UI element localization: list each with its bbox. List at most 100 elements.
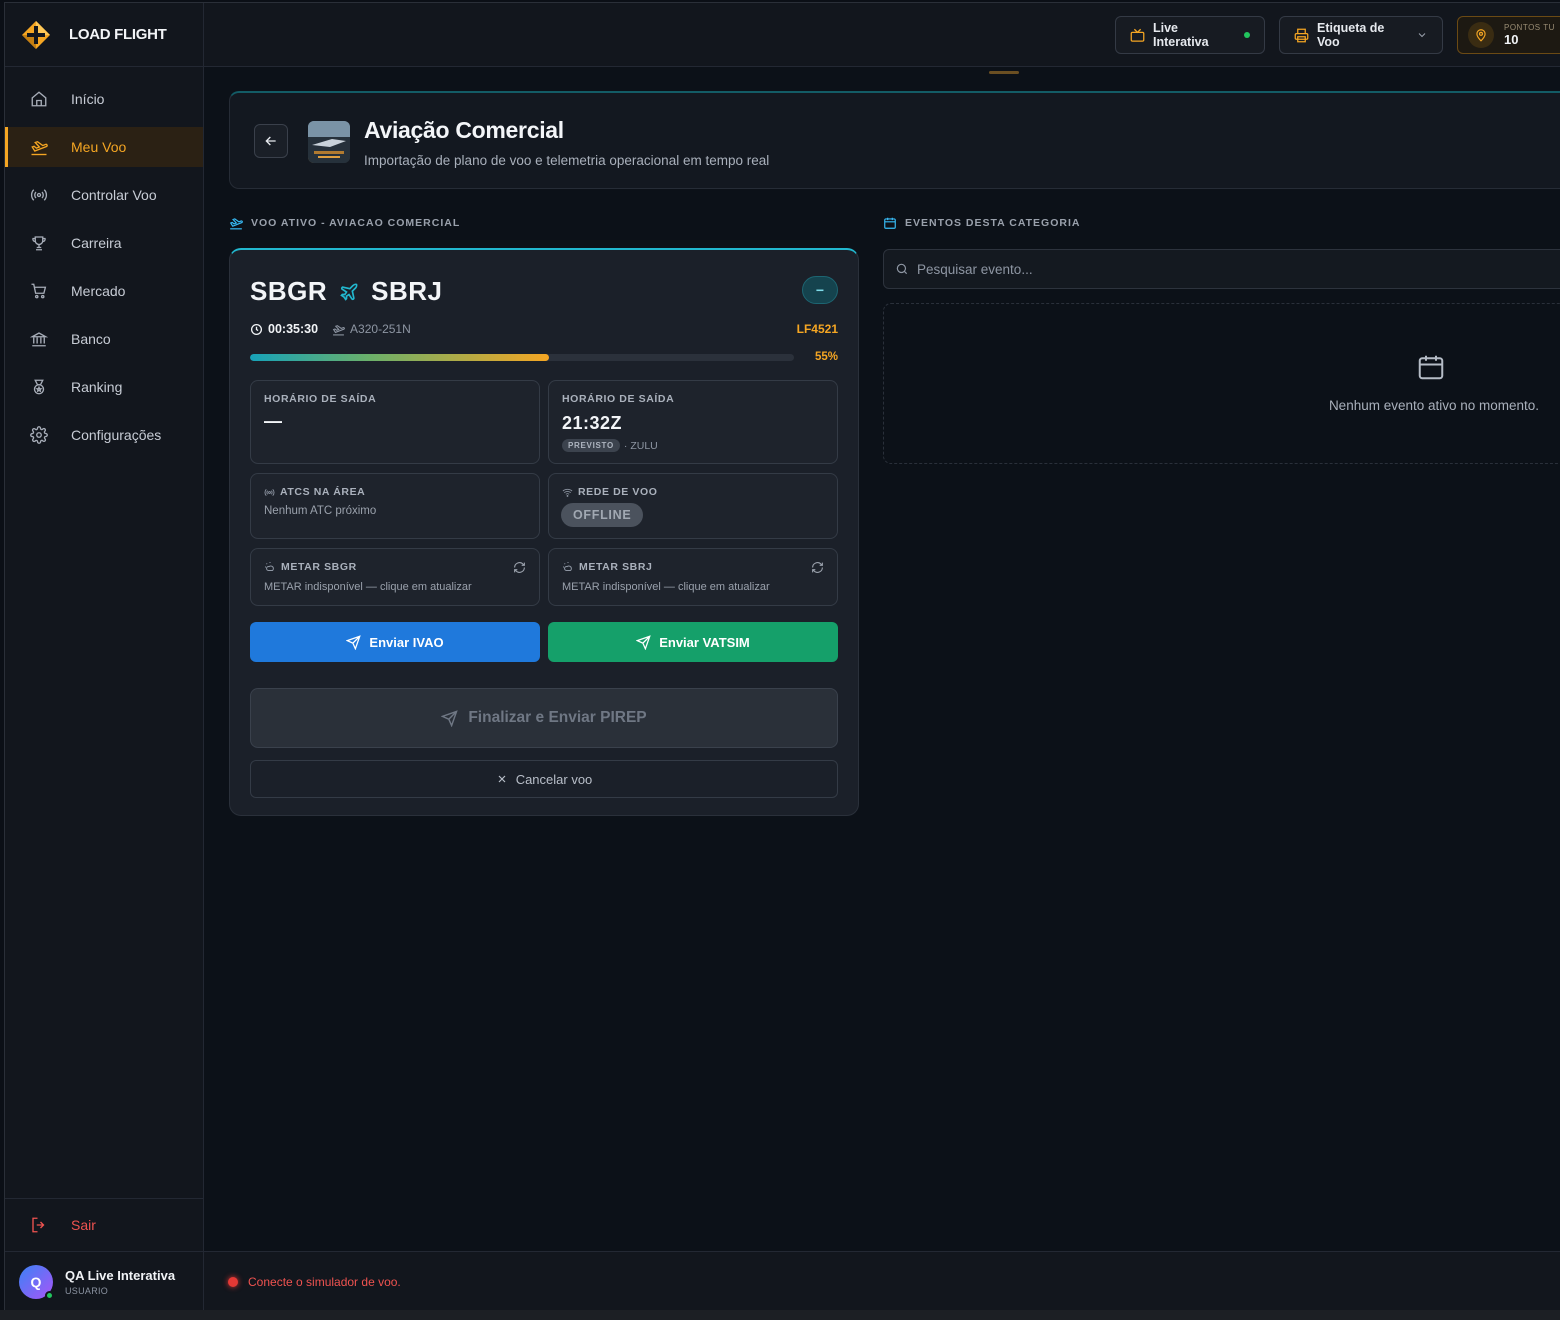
- page-title: Aviação Comercial: [364, 117, 564, 143]
- sidebar-item-label: Mercado: [71, 283, 126, 299]
- sidebar-item-carreira[interactable]: Carreira: [5, 223, 203, 263]
- radio-icon: [264, 487, 275, 498]
- sidebar-item-label: Carreira: [71, 235, 122, 251]
- live-interativa-button[interactable]: Live Interativa: [1115, 16, 1265, 54]
- page-header: Aviação Comercial Importação de plano de…: [229, 91, 1560, 189]
- metar-text: METAR indisponível — clique em atualizar: [264, 581, 472, 593]
- metar-text: METAR indisponível — clique em atualizar: [562, 581, 770, 593]
- button-label: Finalizar e Enviar PIREP: [468, 709, 647, 726]
- active-flight-card: SBGR SBRJ − 00:35:30 A320-251N LF4521 55…: [229, 248, 859, 816]
- logo-icon: [22, 20, 50, 49]
- search-input[interactable]: [917, 261, 1517, 277]
- origin-icao: SBGR: [250, 276, 328, 306]
- cancel-flight-button[interactable]: Cancelar voo: [250, 760, 838, 798]
- sidebar-item-label: Meu Voo: [71, 139, 127, 155]
- clock-icon: [250, 323, 263, 336]
- sidebar-item-label: Início: [71, 91, 105, 107]
- status-text: Conecte o simulador de voo.: [248, 1274, 401, 1289]
- logout-button[interactable]: Sair: [5, 1198, 204, 1250]
- chevron-down-icon: [1416, 29, 1428, 41]
- event-search[interactable]: [883, 249, 1560, 289]
- progress-percent: 55%: [814, 351, 838, 363]
- cart-icon: [29, 281, 49, 301]
- drag-handle[interactable]: [989, 71, 1019, 74]
- send-vatsim-button[interactable]: Enviar VATSIM: [548, 622, 838, 662]
- metar-label: METAR SBRJ: [579, 561, 653, 573]
- sidebar-nav: Início Meu Voo Controlar Voo Carreira Me…: [5, 79, 203, 455]
- radio-icon: [29, 185, 49, 205]
- refresh-icon[interactable]: [811, 561, 824, 574]
- flight-meta: 00:35:30 A320-251N LF4521: [250, 322, 838, 336]
- collapse-button[interactable]: −: [802, 276, 838, 304]
- tv-icon: [1130, 28, 1145, 43]
- sidebar-item-label: Configurações: [71, 427, 162, 443]
- empty-text: Nenhum evento ativo no momento.: [1328, 398, 1540, 413]
- home-icon: [29, 89, 49, 109]
- plane-takeoff-icon: [29, 137, 49, 157]
- active-flight-section-label: VOO ATIVO - AVIACAO COMERCIAL: [229, 216, 460, 230]
- close-icon: [496, 773, 508, 785]
- callsign: LF4521: [796, 322, 838, 336]
- medal-icon: [29, 377, 49, 397]
- logout-icon: [29, 1215, 49, 1235]
- search-icon: [895, 262, 909, 276]
- user-name: QA Live Interativa: [65, 1267, 176, 1283]
- sidebar-item-label: Banco: [71, 331, 111, 347]
- sidebar-item-mercado[interactable]: Mercado: [5, 271, 203, 311]
- zulu-suffix: · ZULU: [623, 439, 658, 452]
- departure-time-actual: HORÁRIO DE SAÍDA —: [250, 380, 540, 464]
- sidebar-item-meu-voo[interactable]: Meu Voo: [5, 127, 203, 167]
- metar-label: METAR SBGR: [281, 561, 357, 573]
- flight-timer: 00:35:30: [250, 322, 318, 336]
- button-label: Enviar IVAO: [369, 634, 444, 650]
- cloud-sun-icon: [562, 561, 574, 573]
- calendar-icon: [1418, 355, 1444, 380]
- printer-icon: [1294, 28, 1309, 43]
- back-button[interactable]: [254, 124, 288, 158]
- box-label: METAR SBGR: [264, 561, 357, 573]
- atc-text: Nenhum ATC próximo: [264, 505, 377, 517]
- box-value: —: [264, 411, 283, 431]
- sidebar: LOAD FLIGHT Início Meu Voo Controlar Voo…: [5, 3, 204, 1310]
- flight-network-box: REDE DE VOO OFFLINE: [548, 473, 838, 539]
- brand[interactable]: LOAD FLIGHT: [5, 3, 203, 67]
- box-label: REDE DE VOO: [562, 486, 658, 498]
- send-icon: [441, 709, 459, 727]
- finish-pirep-button[interactable]: Finalizar e Enviar PIREP: [250, 688, 838, 748]
- sidebar-item-label: Controlar Voo: [71, 187, 157, 203]
- box-label: HORÁRIO DE SAÍDA: [562, 393, 675, 405]
- metar-destination-box: METAR SBRJ METAR indisponível — clique e…: [548, 548, 838, 606]
- destination-icao: SBRJ: [371, 276, 443, 306]
- brand-name: LOAD FLIGHT: [69, 26, 167, 43]
- box-value: 21:32Z: [562, 413, 623, 433]
- sidebar-item-configuracoes[interactable]: Configurações: [5, 415, 203, 455]
- etiqueta-label: Etiqueta de Voo: [1317, 21, 1385, 49]
- sidebar-item-ranking[interactable]: Ranking: [5, 367, 203, 407]
- plane-takeoff-icon: [229, 216, 243, 230]
- box-label: METAR SBRJ: [562, 561, 652, 573]
- points-badge[interactable]: PONTOS TU 10: [1457, 16, 1560, 54]
- sidebar-item-inicio[interactable]: Início: [5, 79, 203, 119]
- status-bar: Conecte o simulador de voo.: [204, 1251, 1560, 1310]
- logout-label: Sair: [71, 1216, 96, 1233]
- refresh-icon[interactable]: [513, 561, 526, 574]
- send-icon: [636, 634, 651, 650]
- flight-route: SBGR SBRJ: [250, 276, 442, 307]
- aircraft-value: A320-251N: [350, 322, 411, 336]
- send-ivao-button[interactable]: Enviar IVAO: [250, 622, 540, 662]
- app-window: LOAD FLIGHT Início Meu Voo Controlar Voo…: [4, 2, 1560, 1310]
- online-indicator: [45, 1290, 54, 1300]
- button-label: Enviar VATSIM: [659, 634, 750, 650]
- network-label: REDE DE VOO: [578, 486, 658, 498]
- progress-fill: [250, 354, 550, 361]
- user-profile[interactable]: Q QA Live Interativa USUARIO: [5, 1251, 204, 1310]
- box-label: ATCS NA ÁREA: [264, 486, 365, 498]
- sidebar-item-banco[interactable]: Banco: [5, 319, 203, 359]
- category-thumbnail: [308, 121, 350, 163]
- previsto-badge: PREVISTO: [562, 439, 620, 452]
- sidebar-item-controlar-voo[interactable]: Controlar Voo: [5, 175, 203, 215]
- points-value: 10: [1504, 32, 1519, 47]
- window-bottom-edge: [0, 1310, 1560, 1320]
- aircraft-type: A320-251N: [332, 322, 411, 336]
- etiqueta-de-voo-dropdown[interactable]: Etiqueta de Voo: [1279, 16, 1443, 54]
